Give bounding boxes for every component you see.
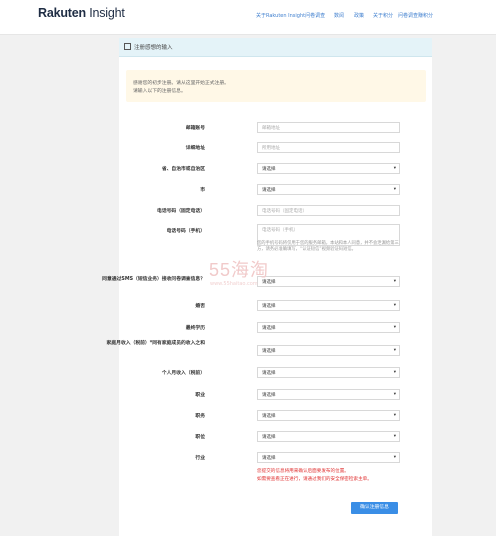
sms-consent-label: 同意通过SMS（短信业务）接收问卷调查信息？ xyxy=(102,277,205,282)
nav-item-points[interactable]: 关于积分 xyxy=(373,12,393,19)
nav-item-news[interactable]: 数阅 xyxy=(334,12,344,19)
address-label: 详细地址 xyxy=(185,146,205,151)
warning-line-1: 您提交的信息将用来确认后面要发布的位置。 xyxy=(257,469,349,474)
city-label: 市 xyxy=(200,188,205,193)
chevron-down-icon: ▾ xyxy=(393,413,396,418)
city-select[interactable]: 请选择 ▾ xyxy=(257,184,400,195)
warning-line-2: 如需要查看正在进行，请通过我们的安全保密检索主单。 xyxy=(257,477,372,482)
notice-box: 感谢您的初步注册。请从这里开始正式注册。 请输入以下的注册信息。 xyxy=(126,70,426,102)
top-nav: 关于Rakuten Insight问卷调查 数阅 政策 关于积分 问卷调查赚积分 xyxy=(256,12,496,24)
notice-line-2: 请输入以下的注册信息。 xyxy=(133,89,186,94)
duty-label: 职务 xyxy=(195,414,205,419)
marital-select[interactable]: 请选择 ▾ xyxy=(257,300,400,311)
position-label: 职位 xyxy=(195,435,205,440)
landline-field[interactable]: 电话号码（固定电话） xyxy=(257,205,400,216)
occupation-label: 职业 xyxy=(195,393,205,398)
mobile-label: 电话号码（手机） xyxy=(166,229,205,234)
phone-hint: 您的手机号码将仅用于您的服务邮箱，本站和本人同意，并不会泄漏给第三方，请务必准确… xyxy=(257,241,399,252)
industry-select[interactable]: 请选择 ▾ xyxy=(257,452,400,463)
province-label: 省、自治市或自治区 xyxy=(161,167,205,172)
marital-label: 婚否 xyxy=(195,304,205,309)
chevron-down-icon: ▾ xyxy=(393,370,396,375)
notice-line-1: 感谢您的初步注册。请从这里开始正式注册。 xyxy=(133,81,229,86)
personal-income-select[interactable]: 请选择 ▾ xyxy=(257,367,400,378)
nav-item-about[interactable]: 关于Rakuten Insight问卷调查 xyxy=(256,12,325,19)
chevron-down-icon: ▾ xyxy=(393,325,396,330)
sms-consent-select[interactable]: 请选择 ▾ xyxy=(257,276,400,287)
nav-item-surveys[interactable]: 问卷调查赚积分 xyxy=(398,12,433,19)
province-select[interactable]: 请选择 ▾ xyxy=(257,163,400,174)
address-field[interactable]: 所用地址 xyxy=(257,142,400,153)
watermark-url: www.55haitao.com xyxy=(210,281,258,287)
landline-label: 电话号码（固定电话） xyxy=(157,209,205,214)
registration-panel: 注册感想的输入 感谢您的初步注册。请从这里开始正式注册。 请输入以下的注册信息。… xyxy=(102,38,432,536)
industry-label: 行业 xyxy=(195,456,205,461)
chevron-down-icon: ▾ xyxy=(393,434,396,439)
submit-button[interactable]: 确认注册信息 xyxy=(351,502,398,514)
chevron-down-icon: ▾ xyxy=(393,279,396,284)
household-income-select[interactable]: 请选择 ▾ xyxy=(257,345,400,356)
education-label: 最终学历 xyxy=(185,326,205,331)
personal-income-label: 个人月收入（税前） xyxy=(161,371,205,376)
chevron-down-icon: ▾ xyxy=(393,303,396,308)
education-select[interactable]: 请选择 ▾ xyxy=(257,322,400,333)
nav-item-policy[interactable]: 政策 xyxy=(354,12,364,19)
chevron-down-icon: ▾ xyxy=(393,455,396,460)
watermark-logo: 55海淘 xyxy=(209,260,270,280)
panel-title: 注册感想的输入 xyxy=(134,45,173,51)
household-income-label: 家庭月收入（税前）*同有家庭成员的收入之和 xyxy=(106,341,205,346)
edit-icon xyxy=(124,43,131,50)
top-bar: Rakuten Insight 关于Rakuten Insight问卷调查 数阅… xyxy=(0,0,496,35)
chevron-down-icon: ▾ xyxy=(393,392,396,397)
panel-header: 注册感想的输入 xyxy=(119,38,432,57)
chevron-down-icon: ▾ xyxy=(393,166,396,171)
duty-select[interactable]: 请选择 ▾ xyxy=(257,410,400,421)
chevron-down-icon: ▾ xyxy=(393,348,396,353)
email-label: 邮箱账号 xyxy=(185,126,205,131)
occupation-select[interactable]: 请选择 ▾ xyxy=(257,389,400,400)
chevron-down-icon: ▾ xyxy=(393,187,396,192)
position-select[interactable]: 请选择 ▾ xyxy=(257,431,400,442)
email-field[interactable]: 邮箱地址 xyxy=(257,122,400,133)
brand-logo[interactable]: Rakuten Insight xyxy=(38,6,125,20)
